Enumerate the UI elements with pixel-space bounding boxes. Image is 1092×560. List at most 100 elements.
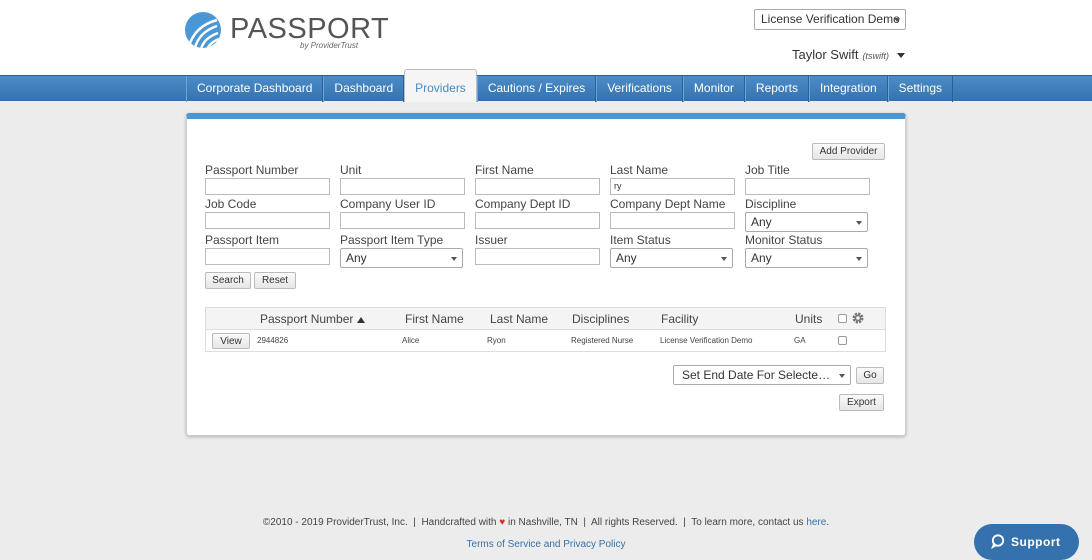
logo-subtitle: by ProviderTrust [300, 41, 359, 50]
column-header-disciplines[interactable]: Disciplines [572, 312, 629, 326]
company-dept-name-input[interactable] [610, 212, 735, 229]
column-header-passport-number[interactable]: Passport Number [260, 312, 366, 326]
terms-privacy-link[interactable]: Terms of Service and Privacy Policy [467, 539, 626, 550]
tab-verifications[interactable]: Verifications [596, 76, 683, 102]
company-user-id-input[interactable] [340, 212, 465, 229]
issuer-label: Issuer [475, 233, 508, 247]
view-provider-button[interactable]: View [212, 333, 250, 349]
job-code-input[interactable] [205, 212, 330, 229]
first-name-label: First Name [475, 163, 534, 177]
footer-copyright: ©2010 - 2019 ProviderTrust, Inc. [262, 517, 408, 528]
job-title-input[interactable] [745, 178, 870, 195]
tab-reports[interactable]: Reports [744, 76, 809, 102]
row-select-checkbox[interactable] [838, 336, 847, 345]
support-label: Support [1011, 535, 1061, 549]
passport-number-label: Passport Number [205, 163, 299, 177]
page-footer: ©2010 - 2019 ProviderTrust, Inc. | Handc… [262, 517, 830, 528]
add-provider-button[interactable]: Add Provider [812, 143, 885, 160]
sort-ascending-icon [357, 316, 366, 323]
job-title-label: Job Title [745, 163, 790, 177]
unit-input[interactable] [340, 178, 465, 195]
cell-passport-number: 2944826 [257, 336, 289, 345]
company-dept-id-label: Company Dept ID [475, 197, 571, 211]
chevron-down-icon [721, 257, 727, 261]
user-menu[interactable]: Taylor Swift (tswift) [792, 47, 905, 62]
bulk-action-select[interactable]: Set End Date For Selected Providers [673, 365, 851, 385]
heart-icon: ♥ [499, 517, 506, 528]
results-table: Passport Number First Name Last Name Dis… [205, 307, 886, 352]
page-header: PASSPORT by ProviderTrust License Verifi… [0, 0, 1092, 75]
item-status-label: Item Status [610, 233, 671, 247]
column-passport-number-label: Passport Number [260, 312, 354, 326]
tab-settings[interactable]: Settings [887, 76, 954, 102]
passport-logo-icon [185, 12, 221, 48]
cell-disciplines: Registered Nurse [571, 336, 634, 345]
chevron-down-icon [856, 221, 862, 225]
footer-rights: All rights Reserved. [591, 517, 678, 528]
issuer-input[interactable] [475, 248, 600, 265]
providers-panel: Add Provider Passport Number Unit First … [186, 113, 906, 436]
chevron-down-icon [896, 53, 905, 59]
column-header-last-name[interactable]: Last Name [490, 312, 548, 326]
contact-here-link[interactable]: here [806, 517, 826, 528]
discipline-select-value: Any [751, 215, 772, 229]
bulk-action-select-value: Set End Date For Selected Providers [682, 368, 834, 382]
footer-handcrafted-post: in Nashville, TN [508, 517, 578, 528]
export-button[interactable]: Export [839, 394, 884, 411]
company-dept-id-input[interactable] [475, 212, 600, 229]
job-code-label: Job Code [205, 197, 257, 211]
monitor-status-select-value: Any [751, 251, 772, 265]
passport-item-type-select[interactable]: Any [340, 248, 463, 268]
unit-label: Unit [340, 163, 362, 177]
tab-monitor[interactable]: Monitor [682, 76, 745, 102]
passport-item-type-label: Passport Item Type [340, 233, 444, 247]
chevron-down-icon [856, 257, 862, 261]
passport-item-label: Passport Item [205, 233, 280, 247]
company-dept-name-label: Company Dept Name [610, 197, 726, 211]
passport-item-type-select-value: Any [346, 251, 367, 265]
chat-bubble-icon [991, 534, 1005, 549]
discipline-label: Discipline [745, 197, 797, 211]
column-header-first-name[interactable]: First Name [405, 312, 464, 326]
footer-handcrafted-pre: Handcrafted with [421, 517, 497, 528]
passport-logo[interactable]: PASSPORT by ProviderTrust [185, 12, 389, 52]
cell-last-name: Ryon [487, 336, 506, 345]
passport-item-input[interactable] [205, 248, 330, 265]
main-nav: Corporate Dashboard Dashboard Providers … [186, 69, 954, 102]
column-header-facility[interactable]: Facility [661, 312, 698, 326]
monitor-status-select[interactable]: Any [745, 248, 868, 268]
passport-number-input[interactable] [205, 178, 330, 195]
item-status-select[interactable]: Any [610, 248, 733, 268]
chevron-down-icon [451, 257, 457, 261]
cell-facility: License Verification Demo [660, 336, 753, 345]
user-name: Taylor Swift [792, 47, 859, 62]
tab-dashboard[interactable]: Dashboard [323, 76, 405, 102]
main-navbar: Corporate Dashboard Dashboard Providers … [0, 69, 1092, 102]
column-header-units[interactable]: Units [795, 312, 822, 326]
footer-contact-text: To learn more, contact us [691, 517, 804, 528]
first-name-input[interactable] [475, 178, 600, 195]
search-button[interactable]: Search [205, 272, 251, 289]
cell-units: GA [794, 336, 806, 345]
company-user-id-label: Company User ID [340, 197, 436, 211]
last-name-label: Last Name [610, 163, 669, 177]
support-button[interactable]: Support [974, 524, 1079, 560]
tab-corporate-dashboard[interactable]: Corporate Dashboard [186, 76, 324, 102]
reset-button[interactable]: Reset [254, 272, 296, 289]
tab-providers[interactable]: Providers [404, 69, 477, 102]
gear-icon[interactable] [851, 311, 865, 325]
organization-select[interactable]: License Verification Demo [754, 9, 906, 30]
select-all-checkbox[interactable] [838, 314, 847, 323]
go-button[interactable]: Go [856, 367, 884, 384]
chevron-down-icon [894, 18, 900, 22]
last-name-input[interactable]: ry [610, 178, 735, 195]
cell-first-name: Alice [402, 336, 420, 345]
item-status-select-value: Any [616, 251, 637, 265]
tab-integration[interactable]: Integration [808, 76, 888, 102]
user-handle: (tswift) [862, 51, 889, 61]
organization-select-value: License Verification Demo [761, 12, 900, 26]
tab-cautions-expires[interactable]: Cautions / Expires [476, 76, 597, 102]
chevron-down-icon [839, 374, 845, 378]
monitor-status-label: Monitor Status [745, 233, 823, 247]
discipline-select[interactable]: Any [745, 212, 868, 232]
